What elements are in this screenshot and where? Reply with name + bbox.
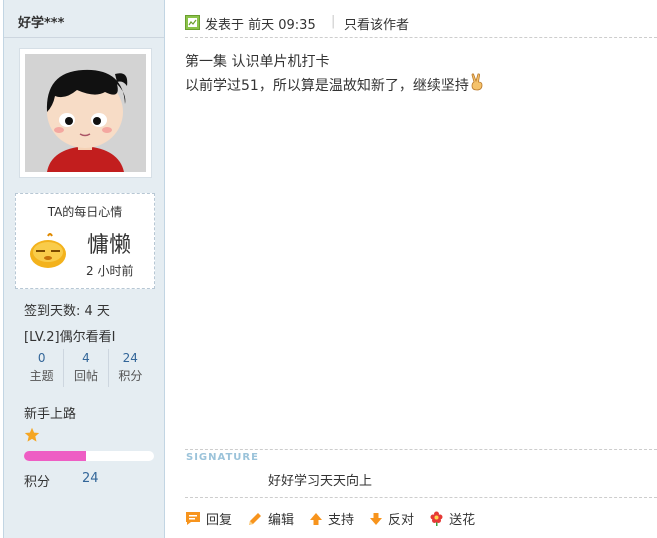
- oppose-label: 反对: [388, 513, 415, 528]
- mood-text: 慵懒: [87, 233, 132, 258]
- reply-button[interactable]: 回复: [185, 509, 232, 528]
- avatar[interactable]: [19, 48, 152, 178]
- points-progress-bar: [24, 451, 154, 461]
- post-time: 发表于 前天 09:35: [205, 18, 316, 33]
- header-separator: |: [331, 14, 336, 29]
- stat-label: 回帖: [73, 369, 98, 383]
- user-stats: 0 主题 4 回帖 24 积分: [20, 349, 152, 387]
- pencil-icon: [249, 512, 262, 525]
- only-author-link[interactable]: 只看该作者: [344, 14, 409, 33]
- support-label: 支持: [328, 513, 355, 528]
- stat-label: 积分: [118, 369, 143, 383]
- oppose-button[interactable]: 反对: [369, 509, 414, 528]
- author-username[interactable]: 好学***: [18, 16, 64, 31]
- signin-days: 签到天数: 4 天: [24, 304, 110, 319]
- mood-time: 2 小时前: [86, 264, 134, 278]
- signature-divider: [185, 449, 657, 450]
- stat-label: 主题: [29, 369, 54, 383]
- stat-value: 24: [122, 351, 138, 365]
- daily-mood-box: TA的每日心情 慵懒 2 小时前: [15, 193, 155, 289]
- avatar-image: [25, 54, 146, 172]
- support-button[interactable]: 支持: [309, 509, 354, 528]
- edit-button[interactable]: 编辑: [247, 509, 294, 528]
- stat-replies[interactable]: 4 回帖: [64, 349, 109, 387]
- post-actions: 回复 编辑 支持 反对 送花: [185, 509, 490, 528]
- star-icon: [24, 427, 40, 443]
- user-level[interactable]: [LV.2]偶尔看看I: [24, 326, 115, 345]
- mood-title: TA的每日心情: [47, 205, 123, 219]
- signature-label: SIGNATURE: [186, 452, 259, 463]
- reply-icon: [186, 512, 200, 525]
- post-header: 发表于 前天 09:35 | 只看该作者: [185, 12, 657, 38]
- arrow-up-icon: [310, 512, 323, 525]
- edit-label: 编辑: [268, 513, 295, 528]
- post-line-2-wrap: 以前学过51，所以算是温故知新了，继续坚持: [185, 73, 485, 97]
- actions-divider: [185, 497, 657, 498]
- points-progress-fill: [24, 451, 87, 461]
- online-status-icon: [185, 15, 200, 30]
- signature-text: 好好学习天天向上: [268, 474, 373, 489]
- user-group[interactable]: 新手上路: [24, 403, 76, 422]
- stat-points[interactable]: 24 积分: [109, 349, 152, 387]
- reply-label: 回复: [206, 513, 233, 528]
- score-label: 积分: [24, 475, 51, 490]
- flower-icon: [430, 511, 443, 526]
- stat-topics[interactable]: 0 主题: [20, 349, 65, 387]
- post-content: 第一集 认识单片机打卡 以前学过51，所以算是温故知新了，继续坚持: [185, 52, 485, 97]
- post-line-2: 以前学过51，所以算是温故知新了，继续坚持: [185, 78, 469, 94]
- victory-hand-icon: [469, 73, 485, 91]
- author-sidebar: 好学*** TA的每日心情 慵懒 2 小时前 签到天数: 4 天 [LV.2]偶…: [3, 0, 165, 538]
- author-header: 好学***: [4, 0, 164, 38]
- flower-label: 送花: [449, 513, 476, 528]
- stat-value: 4: [82, 351, 90, 365]
- arrow-down-icon: [370, 512, 383, 525]
- lazy-mood-icon: [28, 230, 68, 270]
- send-flower-button[interactable]: 送花: [429, 509, 475, 528]
- score-value[interactable]: 24: [82, 471, 99, 486]
- post-line-1: 第一集 认识单片机打卡: [185, 54, 330, 70]
- stat-value: 0: [37, 351, 46, 365]
